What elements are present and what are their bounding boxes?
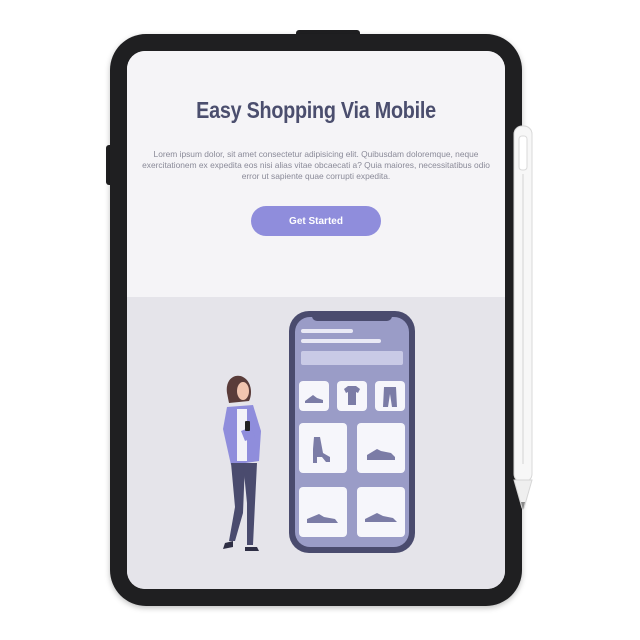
pants-tile [375, 381, 405, 411]
hero-title: Easy Shopping Via Mobile [196, 97, 436, 123]
stage: Easy Shopping Via Mobile Lorem ipsum dol… [0, 0, 640, 640]
get-started-button[interactable]: Get Started [251, 206, 381, 236]
stylus-pencil [513, 125, 533, 510]
phone-illustration [289, 311, 415, 553]
shoe-tile [357, 423, 405, 473]
sneaker-tile-2 [299, 487, 347, 537]
hero-description: Lorem ipsum dolor, sit amet consectetur … [142, 149, 490, 181]
hero-section: Easy Shopping Via Mobile Lorem ipsum dol… [127, 51, 505, 297]
shopping-illustration [223, 311, 415, 553]
woman-figure [223, 375, 261, 551]
tablet-screen: Easy Shopping Via Mobile Lorem ipsum dol… [127, 51, 505, 589]
shoe-tile-2 [357, 487, 405, 537]
illustration-section [127, 297, 505, 589]
high-heel-tile [299, 423, 347, 473]
